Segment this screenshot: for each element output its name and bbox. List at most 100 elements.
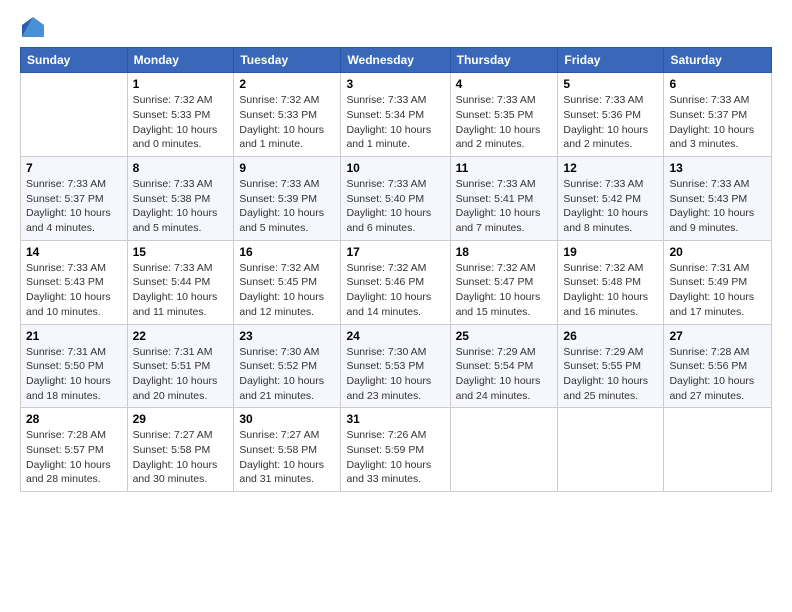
calendar-cell: 31Sunrise: 7:26 AM Sunset: 5:59 PM Dayli… [341,408,450,492]
day-number: 20 [669,245,766,259]
day-info: Sunrise: 7:31 AM Sunset: 5:50 PM Dayligh… [26,345,122,404]
day-info: Sunrise: 7:30 AM Sunset: 5:52 PM Dayligh… [239,345,335,404]
day-number: 17 [346,245,444,259]
calendar-cell: 30 Sunrise: 7:27 AM Sunset: 5:58 PM Dayli… [234,408,341,492]
day-number: 21 [26,329,122,343]
day-number: 10 [346,161,444,175]
day-info: Sunrise: 7:33 AM Sunset: 5:43 PM Dayligh… [26,261,122,320]
day-number: 11 [456,161,553,175]
day-number: 5 [563,77,658,91]
day-info: Sunrise: 7:32 AM Sunset: 5:33 PM Dayligh… [239,93,335,152]
day-number: 14 [26,245,122,259]
calendar-cell: 9Sunrise: 7:33 AM Sunset: 5:39 PM Daylig… [234,157,341,241]
header-col-sunday: Sunday [21,48,128,73]
day-number: 13 [669,161,766,175]
day-number: 3 [346,77,444,91]
calendar-cell: 17 Sunrise: 7:32 AM Sunset: 5:46 PM Dayli… [341,240,450,324]
day-info: Sunrise: 7:28 AM Sunset: 5:56 PM Dayligh… [669,345,766,404]
header-col-monday: Monday [127,48,234,73]
day-info: Sunrise: 7:33 AM Sunset: 5:39 PM Dayligh… [239,177,335,236]
calendar-cell: 7 Sunrise: 7:33 AM Sunset: 5:37 PM Daylig… [21,157,128,241]
day-info: Sunrise: 7:33 AM Sunset: 5:35 PM Dayligh… [456,93,553,152]
calendar-cell: 1Sunrise: 7:32 AM Sunset: 5:33 PM Daylig… [127,73,234,157]
calendar-cell: 15Sunrise: 7:33 AM Sunset: 5:44 PM Dayli… [127,240,234,324]
calendar-cell: 24 Sunrise: 7:30 AM Sunset: 5:53 PM Dayli… [341,324,450,408]
calendar-cell: 4 Sunrise: 7:33 AM Sunset: 5:35 PM Daylig… [450,73,558,157]
day-info: Sunrise: 7:31 AM Sunset: 5:49 PM Dayligh… [669,261,766,320]
calendar-cell: 14 Sunrise: 7:33 AM Sunset: 5:43 PM Dayli… [21,240,128,324]
day-info: Sunrise: 7:33 AM Sunset: 5:42 PM Dayligh… [563,177,658,236]
calendar-cell [558,408,664,492]
week-row-2: 7 Sunrise: 7:33 AM Sunset: 5:37 PM Daylig… [21,157,772,241]
day-info: Sunrise: 7:29 AM Sunset: 5:54 PM Dayligh… [456,345,553,404]
calendar-cell: 23 Sunrise: 7:30 AM Sunset: 5:52 PM Dayli… [234,324,341,408]
day-info: Sunrise: 7:33 AM Sunset: 5:37 PM Dayligh… [26,177,122,236]
day-number: 28 [26,412,122,426]
day-number: 27 [669,329,766,343]
header-col-thursday: Thursday [450,48,558,73]
day-info: Sunrise: 7:33 AM Sunset: 5:38 PM Dayligh… [133,177,229,236]
day-number: 2 [239,77,335,91]
day-info: Sunrise: 7:33 AM Sunset: 5:34 PM Dayligh… [346,93,444,152]
day-info: Sunrise: 7:27 AM Sunset: 5:58 PM Dayligh… [239,428,335,487]
day-info: Sunrise: 7:32 AM Sunset: 5:48 PM Dayligh… [563,261,658,320]
page-container: SundayMondayTuesdayWednesdayThursdayFrid… [0,0,792,502]
calendar-cell [21,73,128,157]
day-number: 24 [346,329,444,343]
calendar-cell: 22 Sunrise: 7:31 AM Sunset: 5:51 PM Dayli… [127,324,234,408]
calendar-body: 1Sunrise: 7:32 AM Sunset: 5:33 PM Daylig… [21,73,772,492]
day-number: 7 [26,161,122,175]
calendar-cell: 27 Sunrise: 7:28 AM Sunset: 5:56 PM Dayli… [664,324,772,408]
day-number: 8 [133,161,229,175]
day-info: Sunrise: 7:33 AM Sunset: 5:37 PM Dayligh… [669,93,766,152]
calendar-cell: 2 Sunrise: 7:32 AM Sunset: 5:33 PM Daylig… [234,73,341,157]
calendar-cell [664,408,772,492]
calendar-cell: 19 Sunrise: 7:32 AM Sunset: 5:48 PM Dayli… [558,240,664,324]
day-info: Sunrise: 7:28 AM Sunset: 5:57 PM Dayligh… [26,428,122,487]
week-row-1: 1Sunrise: 7:32 AM Sunset: 5:33 PM Daylig… [21,73,772,157]
day-number: 23 [239,329,335,343]
week-row-5: 28 Sunrise: 7:28 AM Sunset: 5:57 PM Dayli… [21,408,772,492]
day-number: 26 [563,329,658,343]
day-number: 25 [456,329,553,343]
calendar-cell: 11 Sunrise: 7:33 AM Sunset: 5:41 PM Dayli… [450,157,558,241]
day-number: 6 [669,77,766,91]
day-info: Sunrise: 7:30 AM Sunset: 5:53 PM Dayligh… [346,345,444,404]
day-info: Sunrise: 7:27 AM Sunset: 5:58 PM Dayligh… [133,428,229,487]
calendar-cell: 18Sunrise: 7:32 AM Sunset: 5:47 PM Dayli… [450,240,558,324]
calendar-cell: 6 Sunrise: 7:33 AM Sunset: 5:37 PM Daylig… [664,73,772,157]
header-col-saturday: Saturday [664,48,772,73]
day-number: 4 [456,77,553,91]
calendar-cell: 16 Sunrise: 7:32 AM Sunset: 5:45 PM Dayli… [234,240,341,324]
calendar-cell: 20 Sunrise: 7:31 AM Sunset: 5:49 PM Dayli… [664,240,772,324]
calendar-cell: 3 Sunrise: 7:33 AM Sunset: 5:34 PM Daylig… [341,73,450,157]
day-info: Sunrise: 7:31 AM Sunset: 5:51 PM Dayligh… [133,345,229,404]
calendar-cell: 28 Sunrise: 7:28 AM Sunset: 5:57 PM Dayli… [21,408,128,492]
day-info: Sunrise: 7:32 AM Sunset: 5:47 PM Dayligh… [456,261,553,320]
calendar-cell: 21 Sunrise: 7:31 AM Sunset: 5:50 PM Dayli… [21,324,128,408]
day-number: 16 [239,245,335,259]
calendar-cell: 26Sunrise: 7:29 AM Sunset: 5:55 PM Dayli… [558,324,664,408]
calendar-cell: 10 Sunrise: 7:33 AM Sunset: 5:40 PM Dayli… [341,157,450,241]
day-number: 30 [239,412,335,426]
logo-icon [22,17,44,37]
day-info: Sunrise: 7:33 AM Sunset: 5:40 PM Dayligh… [346,177,444,236]
day-info: Sunrise: 7:33 AM Sunset: 5:43 PM Dayligh… [669,177,766,236]
calendar-cell: 29Sunrise: 7:27 AM Sunset: 5:58 PM Dayli… [127,408,234,492]
header-col-wednesday: Wednesday [341,48,450,73]
day-info: Sunrise: 7:32 AM Sunset: 5:45 PM Dayligh… [239,261,335,320]
logo-text [20,16,44,37]
header-row: SundayMondayTuesdayWednesdayThursdayFrid… [21,48,772,73]
day-number: 22 [133,329,229,343]
day-number: 19 [563,245,658,259]
day-info: Sunrise: 7:33 AM Sunset: 5:36 PM Dayligh… [563,93,658,152]
logo [20,16,44,37]
calendar-cell: 5 Sunrise: 7:33 AM Sunset: 5:36 PM Daylig… [558,73,664,157]
day-info: Sunrise: 7:32 AM Sunset: 5:46 PM Dayligh… [346,261,444,320]
day-number: 12 [563,161,658,175]
day-info: Sunrise: 7:33 AM Sunset: 5:41 PM Dayligh… [456,177,553,236]
day-info: Sunrise: 7:26 AM Sunset: 5:59 PM Dayligh… [346,428,444,487]
header [20,16,772,37]
day-number: 15 [133,245,229,259]
day-info: Sunrise: 7:32 AM Sunset: 5:33 PM Dayligh… [133,93,229,152]
